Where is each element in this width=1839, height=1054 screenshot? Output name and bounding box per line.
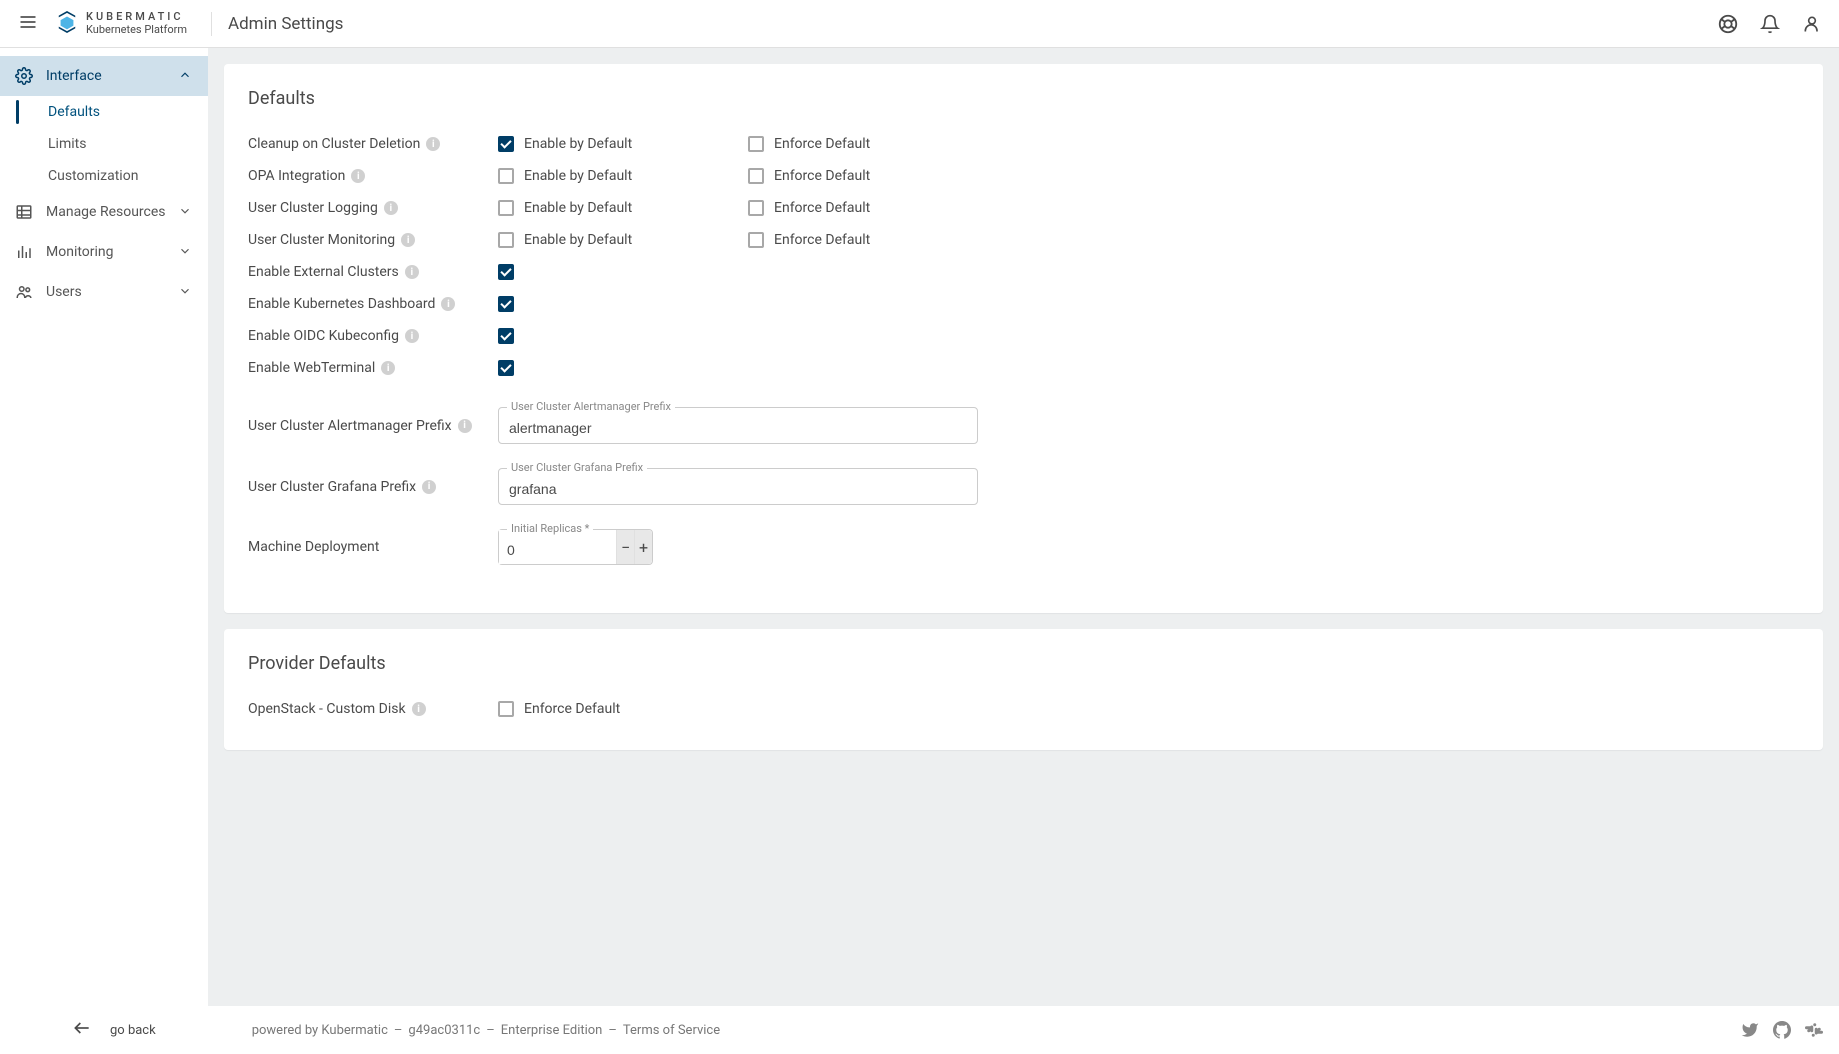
twitter-icon[interactable] xyxy=(1741,1021,1759,1039)
grafana-field: User Cluster Grafana Prefix xyxy=(498,468,978,505)
info-icon[interactable]: i xyxy=(405,265,419,279)
bell-icon[interactable] xyxy=(1759,13,1781,35)
row-oidc: Enable OIDC Kubeconfigi xyxy=(248,321,1799,351)
help-icon[interactable] xyxy=(1717,13,1739,35)
info-icon[interactable]: i xyxy=(426,137,440,151)
footer-version[interactable]: g49ac0311c xyxy=(408,1023,480,1038)
defaults-card: Defaults Cleanup on Cluster Deletioni En… xyxy=(224,64,1823,613)
info-icon[interactable]: i xyxy=(458,419,472,433)
info-icon[interactable]: i xyxy=(422,480,436,494)
menu-toggle-button[interactable] xyxy=(16,12,40,36)
header-divider xyxy=(211,12,212,36)
checkbox-logging-enforce[interactable] xyxy=(748,200,764,216)
footer-links: powered by Kubermatic – g49ac0311c – Ent… xyxy=(252,1023,720,1038)
sidebar-section-label: Users xyxy=(46,284,166,300)
footer-tos[interactable]: Terms of Service xyxy=(623,1023,720,1038)
row-dashboard: Enable Kubernetes Dashboardi xyxy=(248,289,1799,319)
replicas-input[interactable] xyxy=(499,530,616,564)
sidebar-section-monitoring[interactable]: Monitoring xyxy=(0,232,208,272)
info-icon[interactable]: i xyxy=(441,297,455,311)
row-webterm: Enable WebTerminali xyxy=(248,353,1799,383)
checkbox-webterm-enable[interactable] xyxy=(498,360,514,376)
row-logging: User Cluster Loggingi Enable by Default … xyxy=(248,193,1799,223)
goback-button[interactable]: go back xyxy=(72,1018,156,1042)
app-header: KUBERMATIC Kubernetes Platform Admin Set… xyxy=(0,0,1839,48)
row-grafana: User Cluster Grafana Prefixi User Cluste… xyxy=(248,468,1799,505)
alertmanager-field: User Cluster Alertmanager Prefix xyxy=(498,407,978,444)
hamburger-icon xyxy=(18,12,38,36)
row-cleanup: Cleanup on Cluster Deletioni Enable by D… xyxy=(248,129,1799,159)
info-icon[interactable]: i xyxy=(381,361,395,375)
row-opa: OPA Integrationi Enable by Default Enfor… xyxy=(248,161,1799,191)
chevron-down-icon xyxy=(178,244,194,260)
sidebar-section-label: Interface xyxy=(46,68,166,84)
info-icon[interactable]: i xyxy=(405,329,419,343)
sidebar-section-label: Monitoring xyxy=(46,244,166,260)
replicas-decrement-button[interactable]: − xyxy=(616,530,634,564)
checkbox-cleanup-enable[interactable] xyxy=(498,136,514,152)
checkbox-external-enable[interactable] xyxy=(498,264,514,280)
sidebar-section-manage-resources[interactable]: Manage Resources xyxy=(0,192,208,232)
chevron-up-icon xyxy=(178,68,194,84)
resources-icon xyxy=(14,202,34,222)
row-monitoring: User Cluster Monitoringi Enable by Defau… xyxy=(248,225,1799,255)
checkbox-logging-enable[interactable] xyxy=(498,200,514,216)
slack-icon[interactable] xyxy=(1805,1021,1823,1039)
chevron-down-icon xyxy=(178,204,194,220)
replicas-stepper: Initial Replicas * − + xyxy=(498,529,653,565)
card-title: Defaults xyxy=(248,88,1799,109)
checkbox-monitoring-enforce[interactable] xyxy=(748,232,764,248)
page-title: Admin Settings xyxy=(228,14,343,34)
kubermatic-logo-icon xyxy=(56,10,78,38)
logo[interactable]: KUBERMATIC Kubernetes Platform xyxy=(56,10,187,38)
users-icon xyxy=(14,282,34,302)
sidebar-item-limits[interactable]: Limits xyxy=(48,128,208,160)
main-content: Defaults Cleanup on Cluster Deletioni En… xyxy=(208,48,1839,1054)
provider-card: Provider Defaults OpenStack - Custom Dis… xyxy=(224,629,1823,750)
sidebar-item-defaults[interactable]: Defaults xyxy=(48,96,208,128)
sidebar-section-interface[interactable]: Interface xyxy=(0,56,208,96)
replicas-increment-button[interactable]: + xyxy=(634,530,652,564)
grafana-input[interactable] xyxy=(509,481,967,497)
info-icon[interactable]: i xyxy=(412,702,426,716)
arrow-left-icon xyxy=(72,1018,92,1042)
row-alertmanager: User Cluster Alertmanager Prefixi User C… xyxy=(248,407,1799,444)
info-icon[interactable]: i xyxy=(401,233,415,247)
monitoring-icon xyxy=(14,242,34,262)
sidebar-section-users[interactable]: Users xyxy=(0,272,208,312)
checkbox-cleanup-enforce[interactable] xyxy=(748,136,764,152)
sidebar-section-label: Manage Resources xyxy=(46,204,166,220)
checkbox-opa-enforce[interactable] xyxy=(748,168,764,184)
checkbox-oidc-enable[interactable] xyxy=(498,328,514,344)
info-icon[interactable]: i xyxy=(384,201,398,215)
card-title: Provider Defaults xyxy=(248,653,1799,674)
sidebar: Interface Defaults Limits Customization … xyxy=(0,48,208,1054)
alertmanager-input[interactable] xyxy=(509,420,967,436)
footer-edition[interactable]: Enterprise Edition xyxy=(501,1023,603,1038)
github-icon[interactable] xyxy=(1773,1021,1791,1039)
row-machine: Machine Deployment Initial Replicas * − … xyxy=(248,529,1799,565)
sidebar-item-customization[interactable]: Customization xyxy=(48,160,208,192)
row-openstack: OpenStack - Custom Diski Enforce Default xyxy=(248,694,1799,724)
footer: go back powered by Kubermatic – g49ac031… xyxy=(0,1006,1839,1054)
checkbox-dashboard-enable[interactable] xyxy=(498,296,514,312)
logo-text: KUBERMATIC Kubernetes Platform xyxy=(86,11,187,35)
checkbox-openstack-enforce[interactable] xyxy=(498,701,514,717)
gear-icon xyxy=(14,66,34,86)
checkbox-opa-enable[interactable] xyxy=(498,168,514,184)
info-icon[interactable]: i xyxy=(351,169,365,183)
chevron-down-icon xyxy=(178,284,194,300)
user-icon[interactable] xyxy=(1801,13,1823,35)
checkbox-monitoring-enable[interactable] xyxy=(498,232,514,248)
row-external: Enable External Clustersi xyxy=(248,257,1799,287)
